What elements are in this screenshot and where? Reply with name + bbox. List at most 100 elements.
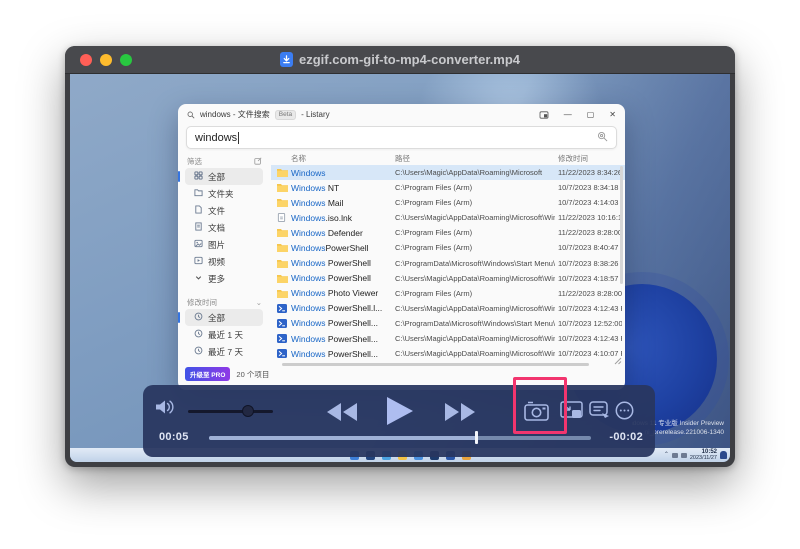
sidebar-item-最近 1 天[interactable]: 最近 1 天 (185, 326, 263, 343)
listary-window: windows - 文件搜索 Beta - Listary — ▢ ✕ wind… (178, 104, 625, 390)
powershell-icon (277, 319, 287, 330)
sidebar-item-文件[interactable]: 文件 (185, 202, 263, 219)
file-row[interactable]: WindowsPowerShellC:\Program Files (Arm)1… (271, 240, 625, 255)
folder-icon (277, 228, 288, 239)
sidebar-item-最近 7 天[interactable]: 最近 7 天 (185, 343, 263, 360)
folder-icon (277, 259, 288, 270)
search-icon (187, 111, 195, 119)
file-path: C:\ProgramData\Microsoft\Windows\Start M… (395, 319, 555, 328)
video-canvas[interactable]: windows - 文件搜索 Beta - Listary — ▢ ✕ wind… (70, 74, 730, 462)
file-row[interactable]: Windows PowerShellC:\ProgramData\Microso… (271, 256, 625, 271)
file-modified: 11/22/2023 8:34:26 AM (558, 168, 622, 177)
macos-player-window: ezgif.com-gif-to-mp4-converter.mp4 windo… (65, 46, 735, 467)
column-name[interactable]: 名称 (291, 153, 306, 164)
system-tray[interactable]: ⌃ 10:52 2023/11/27 (664, 449, 727, 461)
file-row[interactable]: Windows DefenderC:\Program Files (Arm)11… (271, 225, 625, 240)
video-file-icon (280, 52, 293, 67)
edit-filter-icon[interactable] (254, 157, 262, 167)
close-icon[interactable]: ✕ (609, 111, 616, 119)
file-modified: 11/22/2023 8:28:00 AM (558, 228, 622, 237)
sidebar-item-全部[interactable]: 全部 (185, 168, 263, 185)
close-window-button[interactable] (80, 54, 92, 66)
tray-chevron-icon[interactable]: ⌃ (664, 452, 669, 458)
resize-grip[interactable] (614, 357, 622, 365)
file-path: C:\Users\Magic\AppData\Roaming\Microsoft… (395, 304, 555, 313)
search-input[interactable]: windows (186, 126, 617, 149)
video-icon (194, 256, 203, 267)
maximize-icon[interactable]: ▢ (587, 111, 595, 119)
file-row[interactable]: Windows.iso.lnkC:\Users\Magic\AppData\Ro… (271, 210, 625, 225)
sidebar-item-文件夹[interactable]: 文件夹 (185, 185, 263, 202)
listary-titlebar[interactable]: windows - 文件搜索 Beta - Listary — ▢ ✕ (178, 104, 625, 125)
horizontal-scrollbar[interactable] (282, 363, 589, 366)
seek-progress (209, 436, 476, 440)
seek-bar[interactable] (209, 436, 591, 440)
more-options-button[interactable] (615, 401, 634, 420)
file-row[interactable]: Windows PowerShell...C:\Users\Magic\AppD… (271, 346, 625, 361)
file-row[interactable]: Windows MailC:\Program Files (Arm)10/7/2… (271, 195, 625, 210)
minimize-icon[interactable]: — (564, 111, 572, 119)
titlebar[interactable]: ezgif.com-gif-to-mp4-converter.mp4 (65, 46, 735, 74)
image-icon (194, 239, 203, 250)
volume-knob[interactable] (242, 405, 254, 417)
file-name: Windows Photo Viewer (291, 288, 393, 298)
file-row[interactable]: Windows PowerShell...C:\Users\Magic\AppD… (271, 331, 625, 346)
sidebar-item-更多[interactable]: 更多 (185, 270, 263, 287)
volume-icon[interactable] (155, 398, 176, 416)
file-path: C:\Program Files (Arm) (395, 198, 555, 207)
pin-window-icon[interactable] (539, 111, 549, 119)
list-header[interactable]: 名称 路径 修改时间 (271, 152, 625, 165)
seek-thumb[interactable] (475, 431, 478, 444)
folder-icon (277, 198, 288, 209)
window-title-group: ezgif.com-gif-to-mp4-converter.mp4 (65, 52, 735, 67)
collapse-section-icon[interactable]: ⌄ (256, 298, 262, 307)
notification-bell-icon[interactable] (720, 451, 727, 459)
powershell-icon (277, 349, 287, 360)
filter-section-label: 筛选 (187, 156, 202, 167)
zoom-window-button[interactable] (120, 54, 132, 66)
play-button[interactable] (387, 397, 413, 425)
file-path: C:\Users\Magic\AppData\Roaming\Microsoft… (395, 349, 555, 358)
sidebar-item-图片[interactable]: 图片 (185, 236, 263, 253)
subtitle-button[interactable] (589, 401, 610, 419)
file-row[interactable]: Windows PowerShell...C:\ProgramData\Micr… (271, 316, 625, 331)
file-path: C:\Users\Magic\AppData\Roaming\Microsoft… (395, 334, 555, 343)
file-row[interactable]: Windows PowerShellC:\Users\Magic\AppData… (271, 271, 625, 286)
folder-icon (277, 243, 288, 254)
file-name: Windows NT (291, 183, 393, 193)
minimize-window-button[interactable] (100, 54, 112, 66)
file-modified: 10/7/2023 12:52:00 AM (558, 319, 622, 328)
vertical-scrollbar[interactable] (620, 166, 623, 284)
battery-tray-icon[interactable] (681, 453, 687, 458)
file-row[interactable]: Windows PowerShell.l...C:\Users\Magic\Ap… (271, 301, 625, 316)
volume-slider[interactable] (188, 410, 273, 413)
search-options-icon[interactable] (597, 129, 608, 147)
fast-forward-button[interactable] (444, 403, 475, 421)
clock-widget[interactable]: 10:52 2023/11/27 (690, 449, 717, 461)
volume-tray-icon[interactable] (672, 453, 678, 458)
sidebar-item-全部[interactable]: 全部 (185, 309, 263, 326)
file-name: Windows (291, 168, 393, 178)
rewind-button[interactable] (327, 403, 358, 421)
chevron-down-icon (194, 273, 203, 284)
file-row[interactable]: Windows Photo ViewerC:\Program Files (Ar… (271, 286, 625, 301)
remaining-time: -00:02 (609, 431, 643, 443)
folder-icon (277, 168, 288, 179)
file-row[interactable]: Windows NTC:\Program Files (Arm)10/7/202… (271, 180, 625, 195)
listary-title-prefix: windows - 文件搜索 (200, 109, 270, 120)
powershell-icon (277, 334, 287, 345)
sidebar-item-文档[interactable]: 文档 (185, 219, 263, 236)
column-modified[interactable]: 修改时间 (558, 153, 588, 164)
file-modified: 11/22/2023 10:16:15 A (558, 213, 622, 222)
folder-icon (277, 274, 288, 285)
file-modified: 10/7/2023 8:40:47 PM (558, 243, 622, 252)
sidebar-item-视频[interactable]: 视频 (185, 253, 263, 270)
file-path: C:\Users\Magic\AppData\Roaming\Microsoft (395, 168, 555, 177)
file-path: C:\ProgramData\Microsoft\Windows\Start M… (395, 259, 555, 268)
file-row[interactable]: WindowsC:\Users\Magic\AppData\Roaming\Mi… (271, 165, 625, 180)
column-path[interactable]: 路径 (395, 153, 410, 164)
search-query-text: windows (195, 132, 237, 144)
file-name: Windows PowerShell.l... (291, 303, 393, 313)
file-path: C:\Program Files (Arm) (395, 289, 555, 298)
upgrade-pro-badge[interactable]: 升级至 PRO (185, 367, 230, 381)
